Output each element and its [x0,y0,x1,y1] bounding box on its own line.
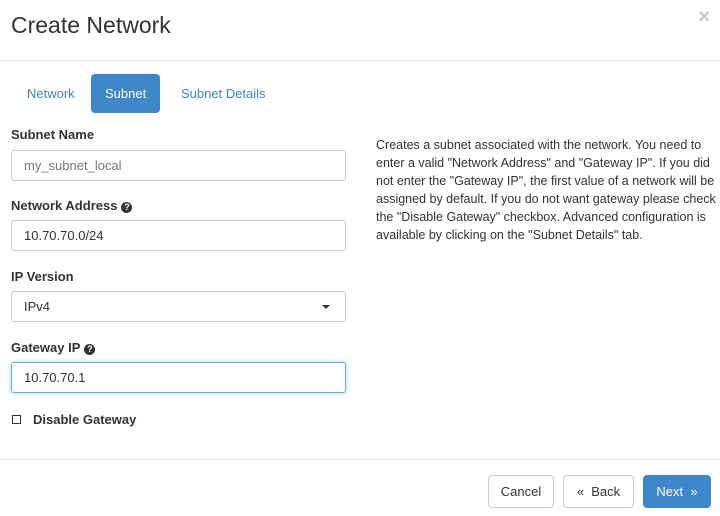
ip-version-value: IPv4 [24,299,51,314]
tab-subnet-details[interactable]: Subnet Details [167,74,280,113]
ip-version-label: IP Version [11,269,74,284]
gateway-ip-input[interactable] [11,362,346,393]
disable-gateway-checkbox[interactable] [12,415,21,424]
tab-subnet[interactable]: Subnet [91,74,161,113]
ip-version-select[interactable]: IPv4 [11,291,346,322]
help-icon[interactable]: ? [84,344,96,355]
modal-title: Create Network [11,12,171,38]
tab-network[interactable]: Network [13,74,89,113]
subnet-name-label: Subnet Name [11,127,95,142]
gateway-ip-label: Gateway IP [11,340,81,355]
help-text: Creates a subnet associated with the net… [376,138,716,242]
cancel-button[interactable]: Cancel [488,475,554,508]
next-button[interactable]: Next » [643,475,711,508]
back-button[interactable]: « Back [563,475,634,508]
close-icon[interactable]: × [698,6,710,29]
network-address-label: Network Address [11,198,118,213]
network-address-input[interactable] [11,220,346,251]
network-address-label-row: Network Address? [11,198,133,213]
help-icon[interactable]: ? [121,202,133,213]
footer-divider [0,459,720,460]
caret-down-icon [322,305,330,309]
subnet-name-input[interactable] [11,150,346,181]
header-divider [0,60,720,61]
gateway-ip-label-row: Gateway IP? [11,340,96,355]
disable-gateway-label[interactable]: Disable Gateway [33,412,136,427]
